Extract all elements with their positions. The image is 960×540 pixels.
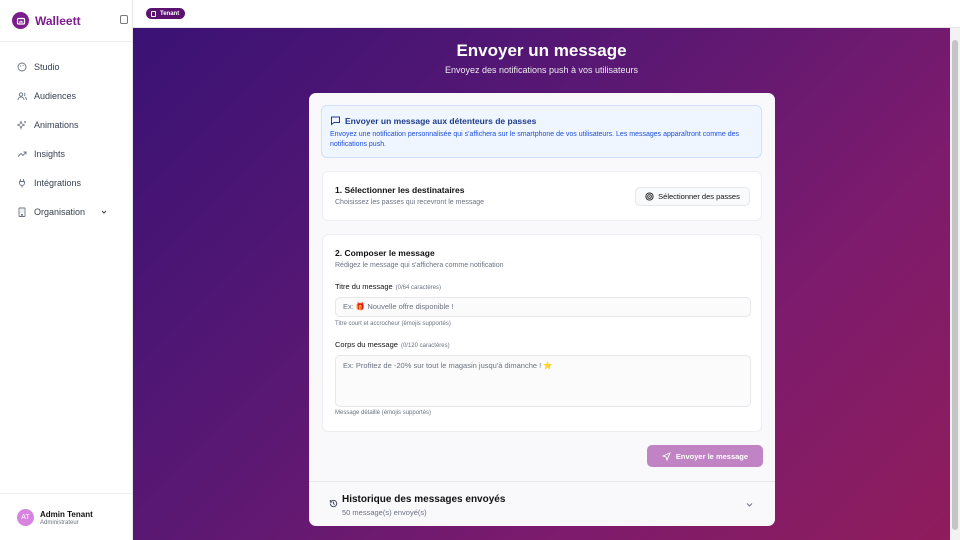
sidebar-item-insights[interactable]: Insights	[0, 139, 132, 168]
page-subtitle: Envoyez des notifications push à vos uti…	[444, 65, 639, 75]
title-label-text: Titre du message	[335, 282, 393, 291]
info-text: Envoyez une notification personnalisée q…	[330, 131, 739, 148]
brand[interactable]: Walleett	[0, 0, 132, 42]
chevron-down-icon	[746, 503, 753, 507]
sidebar-item-label: Audiences	[34, 90, 77, 101]
scrollbar[interactable]	[950, 28, 960, 540]
info-banner: Envoyer un message aux détenteurs de pas…	[321, 105, 762, 158]
trending-up-icon	[17, 151, 27, 157]
chevron-down-icon	[101, 210, 107, 214]
sparkles-icon	[17, 119, 26, 130]
send-message-button[interactable]: Envoyer le message	[647, 445, 763, 467]
select-passes-button[interactable]: Sélectionner des passes	[635, 187, 750, 206]
history-count: 50 message(s) envoyé(s)	[342, 508, 427, 517]
recipients-section: 1. Sélectionner les destinataires Choisi…	[322, 171, 762, 221]
user-name: Admin Tenant	[40, 509, 93, 519]
sidebar-item-animations[interactable]: Animations	[0, 110, 132, 139]
sidebar-nav: Studio Audiences Animations Insights Int…	[0, 52, 132, 226]
app-name: Walleett	[35, 13, 81, 28]
body-char-count: (0/120 caractères)	[400, 343, 450, 349]
info-title: Envoyer un message aux détenteurs de pas…	[345, 116, 537, 126]
body-textarea[interactable]: Ex: Profitez de -20% sur tout le magasin…	[335, 355, 751, 407]
sidebar-item-organisation[interactable]: Organisation	[0, 197, 132, 226]
recipients-desc: Choisissez les passes qui recevront le m…	[335, 199, 485, 206]
history-title: Historique des messages envoyés	[342, 494, 506, 505]
tenant-badge[interactable]: Tenant	[146, 8, 186, 19]
message-square-icon	[331, 116, 340, 126]
body-label-text: Corps du message	[335, 340, 398, 349]
compose-desc: Rédigez le message qui s'affichera comme…	[335, 262, 504, 269]
message-card: Envoyer un message aux détenteurs de pas…	[309, 93, 775, 526]
collapse-sidebar-icon[interactable]	[120, 15, 128, 24]
target-icon	[645, 192, 654, 201]
compose-title: 2. Composer le message	[335, 248, 435, 258]
building-icon	[151, 10, 156, 17]
user-profile[interactable]: AT Admin Tenant Administrateur	[0, 493, 132, 540]
users-icon	[17, 91, 27, 100]
history-icon	[329, 499, 338, 508]
title-field-label: Titre du message (0/64 caractères)	[335, 282, 441, 291]
title-char-count: (0/64 caractères)	[395, 285, 442, 291]
recipients-title: 1. Sélectionner les destinataires	[335, 185, 465, 195]
send-icon	[661, 451, 671, 461]
topbar: Tenant	[133, 0, 960, 28]
body-hint: Message détaillé (émojis supportés)	[335, 410, 432, 416]
sidebar-item-label: Animations	[34, 119, 79, 130]
sidebar-item-label: Insights	[34, 148, 66, 159]
page-title: Envoyer un message	[456, 41, 627, 60]
body-field-label: Corps du message (0/120 caractères)	[335, 340, 450, 349]
building-icon	[18, 207, 26, 217]
main-content: Envoyer un message Envoyez des notificat…	[133, 28, 950, 540]
avatar: AT	[17, 508, 34, 526]
select-passes-label: Sélectionner des passes	[658, 192, 740, 201]
title-input[interactable]: Ex: 🎁 Nouvelle offre disponible !	[335, 297, 751, 317]
sidebar-item-integrations[interactable]: Intégrations	[0, 168, 132, 197]
history-accordion[interactable]: Historique des messages envoyés 50 messa…	[309, 481, 775, 526]
wallet-logo-icon	[12, 12, 29, 29]
sidebar-item-label: Intégrations	[34, 177, 82, 188]
plug-icon	[19, 178, 25, 187]
sidebar: Walleett Studio Audiences Animations Ins…	[0, 0, 133, 540]
title-hint: Titre court et accrocheur (émojis suppor…	[335, 321, 451, 327]
sidebar-item-audiences[interactable]: Audiences	[0, 81, 132, 110]
send-message-label: Envoyer le message	[675, 451, 749, 461]
palette-icon	[17, 62, 27, 71]
tenant-badge-label: Tenant	[160, 10, 180, 17]
compose-section: 2. Composer le message Rédigez le messag…	[322, 234, 762, 432]
user-role: Administrateur	[40, 519, 79, 526]
sidebar-item-label: Studio	[34, 61, 60, 72]
scrollbar-thumb[interactable]	[952, 40, 958, 530]
sidebar-item-label: Organisation	[34, 206, 86, 217]
sidebar-item-studio[interactable]: Studio	[0, 52, 132, 81]
